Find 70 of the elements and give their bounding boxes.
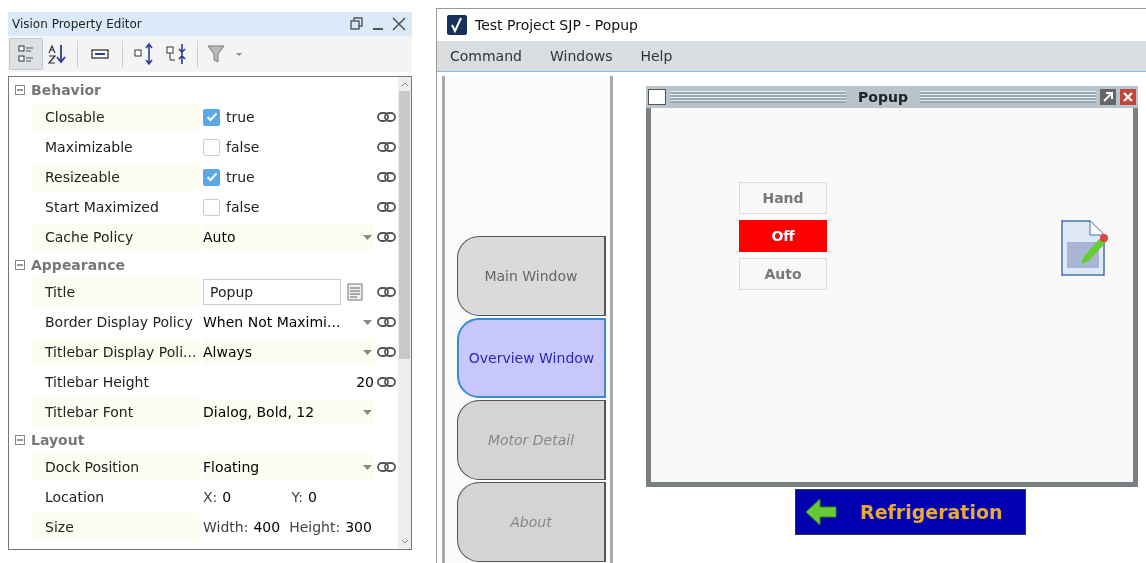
field-label: X: xyxy=(203,489,218,505)
collapse-icon[interactable] xyxy=(15,259,25,270)
field-label: Y: xyxy=(291,489,303,505)
property-value: true xyxy=(226,169,255,185)
checkbox[interactable] xyxy=(203,198,220,216)
menu-item[interactable]: Help xyxy=(640,48,673,64)
dropdown[interactable]: Always xyxy=(203,339,374,365)
restore-icon[interactable] xyxy=(350,17,364,31)
arrow-left-icon xyxy=(804,498,838,526)
link-icon[interactable] xyxy=(376,347,396,357)
scroll-down-icon[interactable] xyxy=(400,539,409,545)
checkbox[interactable] xyxy=(203,168,220,186)
popup-title: Popup xyxy=(857,89,909,105)
property-label: Title xyxy=(31,278,199,306)
panel-title: Vision Property Editor xyxy=(12,17,142,31)
link-icon[interactable] xyxy=(376,377,396,387)
category-header: Appearance xyxy=(31,256,125,273)
property-label: Size xyxy=(31,513,199,541)
link-icon[interactable] xyxy=(376,172,396,182)
checkbox[interactable] xyxy=(203,108,220,126)
property-label: Dock Position xyxy=(31,453,199,481)
link-icon[interactable] xyxy=(376,462,396,472)
mode-button[interactable]: Hand xyxy=(739,182,827,214)
close-icon[interactable] xyxy=(1120,89,1136,105)
link-icon[interactable] xyxy=(376,202,396,212)
app-logo-icon xyxy=(447,15,467,35)
caret-icon xyxy=(363,349,372,355)
link-icon[interactable] xyxy=(376,317,396,327)
field-label: Height: xyxy=(289,519,341,535)
window-title: Test Project SJP - Popup xyxy=(475,17,638,33)
dropdown[interactable]: Dialog, Bold, 12 xyxy=(203,399,374,425)
caret-icon xyxy=(363,234,372,240)
collapse-icon[interactable] xyxy=(15,84,25,95)
property-value: false xyxy=(226,139,260,155)
scroll-up-icon[interactable] xyxy=(400,81,409,87)
property-value: false xyxy=(226,199,260,215)
caret-icon xyxy=(363,319,372,325)
window-menu-icon[interactable] xyxy=(648,89,666,105)
property-label: Closable xyxy=(31,103,199,131)
mode-button[interactable]: Auto xyxy=(739,258,827,290)
dropdown[interactable]: Floating xyxy=(203,454,374,480)
menu-item[interactable]: Command xyxy=(450,48,522,64)
nav-tab[interactable]: Overview Window xyxy=(457,318,606,398)
refrigeration-button[interactable]: Refrigeration xyxy=(795,489,1026,535)
property-label: Titlebar Font xyxy=(31,398,199,426)
link-icon[interactable] xyxy=(376,112,396,122)
nav-tab[interactable]: Main Window xyxy=(457,236,606,316)
caret-icon xyxy=(363,409,372,415)
link-icon[interactable] xyxy=(376,142,396,152)
field-label: Width: xyxy=(203,519,249,535)
maximize-icon[interactable] xyxy=(1100,89,1116,105)
collapse-icon[interactable] xyxy=(15,434,25,445)
scrollbar[interactable] xyxy=(398,77,411,549)
menu-item[interactable]: Windows xyxy=(549,48,613,64)
link-icon[interactable] xyxy=(376,232,396,242)
property-value: true xyxy=(226,109,255,125)
link-icon[interactable] xyxy=(376,287,396,297)
category-header: Layout xyxy=(31,431,85,448)
document-edit-icon xyxy=(1061,220,1109,276)
property-label: Cache Policy xyxy=(31,223,199,251)
mode-button[interactable]: Off xyxy=(739,220,827,252)
category-header: Behavior xyxy=(31,81,102,98)
close-icon[interactable] xyxy=(392,17,406,31)
number-field[interactable]: 20 xyxy=(203,374,374,390)
checkbox[interactable] xyxy=(203,138,220,156)
property-label: Titlebar Display Poli... xyxy=(31,338,199,366)
dropdown[interactable]: Auto xyxy=(203,224,374,250)
caret-icon xyxy=(363,464,372,470)
property-label: Resizeable xyxy=(31,163,199,191)
title-field[interactable]: Popup xyxy=(203,279,341,305)
